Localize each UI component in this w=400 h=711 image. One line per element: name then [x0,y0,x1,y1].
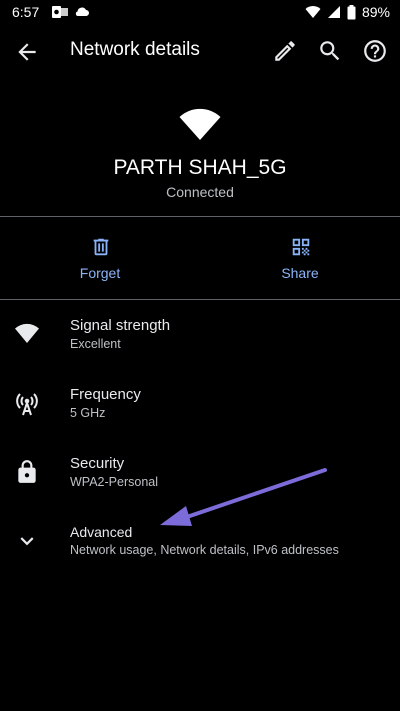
status-notification-icons [52,5,90,19]
app-bar: Network details [0,26,400,76]
share-label: Share [281,265,319,281]
page-title: Network details [70,39,200,60]
status-time: 6:57 [12,4,40,20]
signal-status-icon [327,5,341,19]
chevron-down-icon [14,528,40,554]
network-name: PARTH SHAH_5G [113,156,287,179]
status-bar: 6:57 89% [0,0,400,26]
edit-button[interactable] [272,38,298,64]
lock-icon [14,459,40,485]
battery-icon [347,4,356,20]
back-button[interactable] [14,39,40,65]
frequency-title: Frequency [70,386,141,403]
battery-percentage: 89% [361,4,390,20]
search-icon [320,41,340,61]
arrow-back-icon [18,43,36,61]
trash-icon [90,236,112,258]
status-right-icons: 89% [305,4,390,20]
list-item-signal-strength: Signal strength Excellent [0,310,400,372]
signal-strength-title: Signal strength [70,317,171,334]
forget-label: Forget [79,265,121,281]
outlook-icon [52,5,68,19]
security-title: Security [70,455,125,472]
divider [0,299,400,300]
cloud-icon [74,5,90,19]
signal-strength-value: Excellent [70,337,121,351]
share-button[interactable]: Share [200,226,400,296]
security-value: WPA2-Personal [70,475,158,489]
help-button[interactable] [362,38,388,64]
divider [0,216,400,217]
list-item-frequency: Frequency 5 GHz [0,379,400,441]
advanced-value: Network usage, Network details, IPv6 add… [70,543,339,557]
qr-code-icon [290,236,312,258]
wifi-signal-icon [14,320,40,346]
help-icon [364,40,386,62]
forget-button[interactable]: Forget [0,226,200,296]
antenna-icon [14,390,40,416]
search-button[interactable] [317,38,343,64]
network-status: Connected [166,184,234,200]
wifi-icon [178,108,222,142]
advanced-title: Advanced [70,524,133,540]
wifi-status-icon [305,5,321,19]
pencil-icon [275,41,295,61]
frequency-value: 5 GHz [70,406,106,420]
annotation-arrow [150,464,335,536]
